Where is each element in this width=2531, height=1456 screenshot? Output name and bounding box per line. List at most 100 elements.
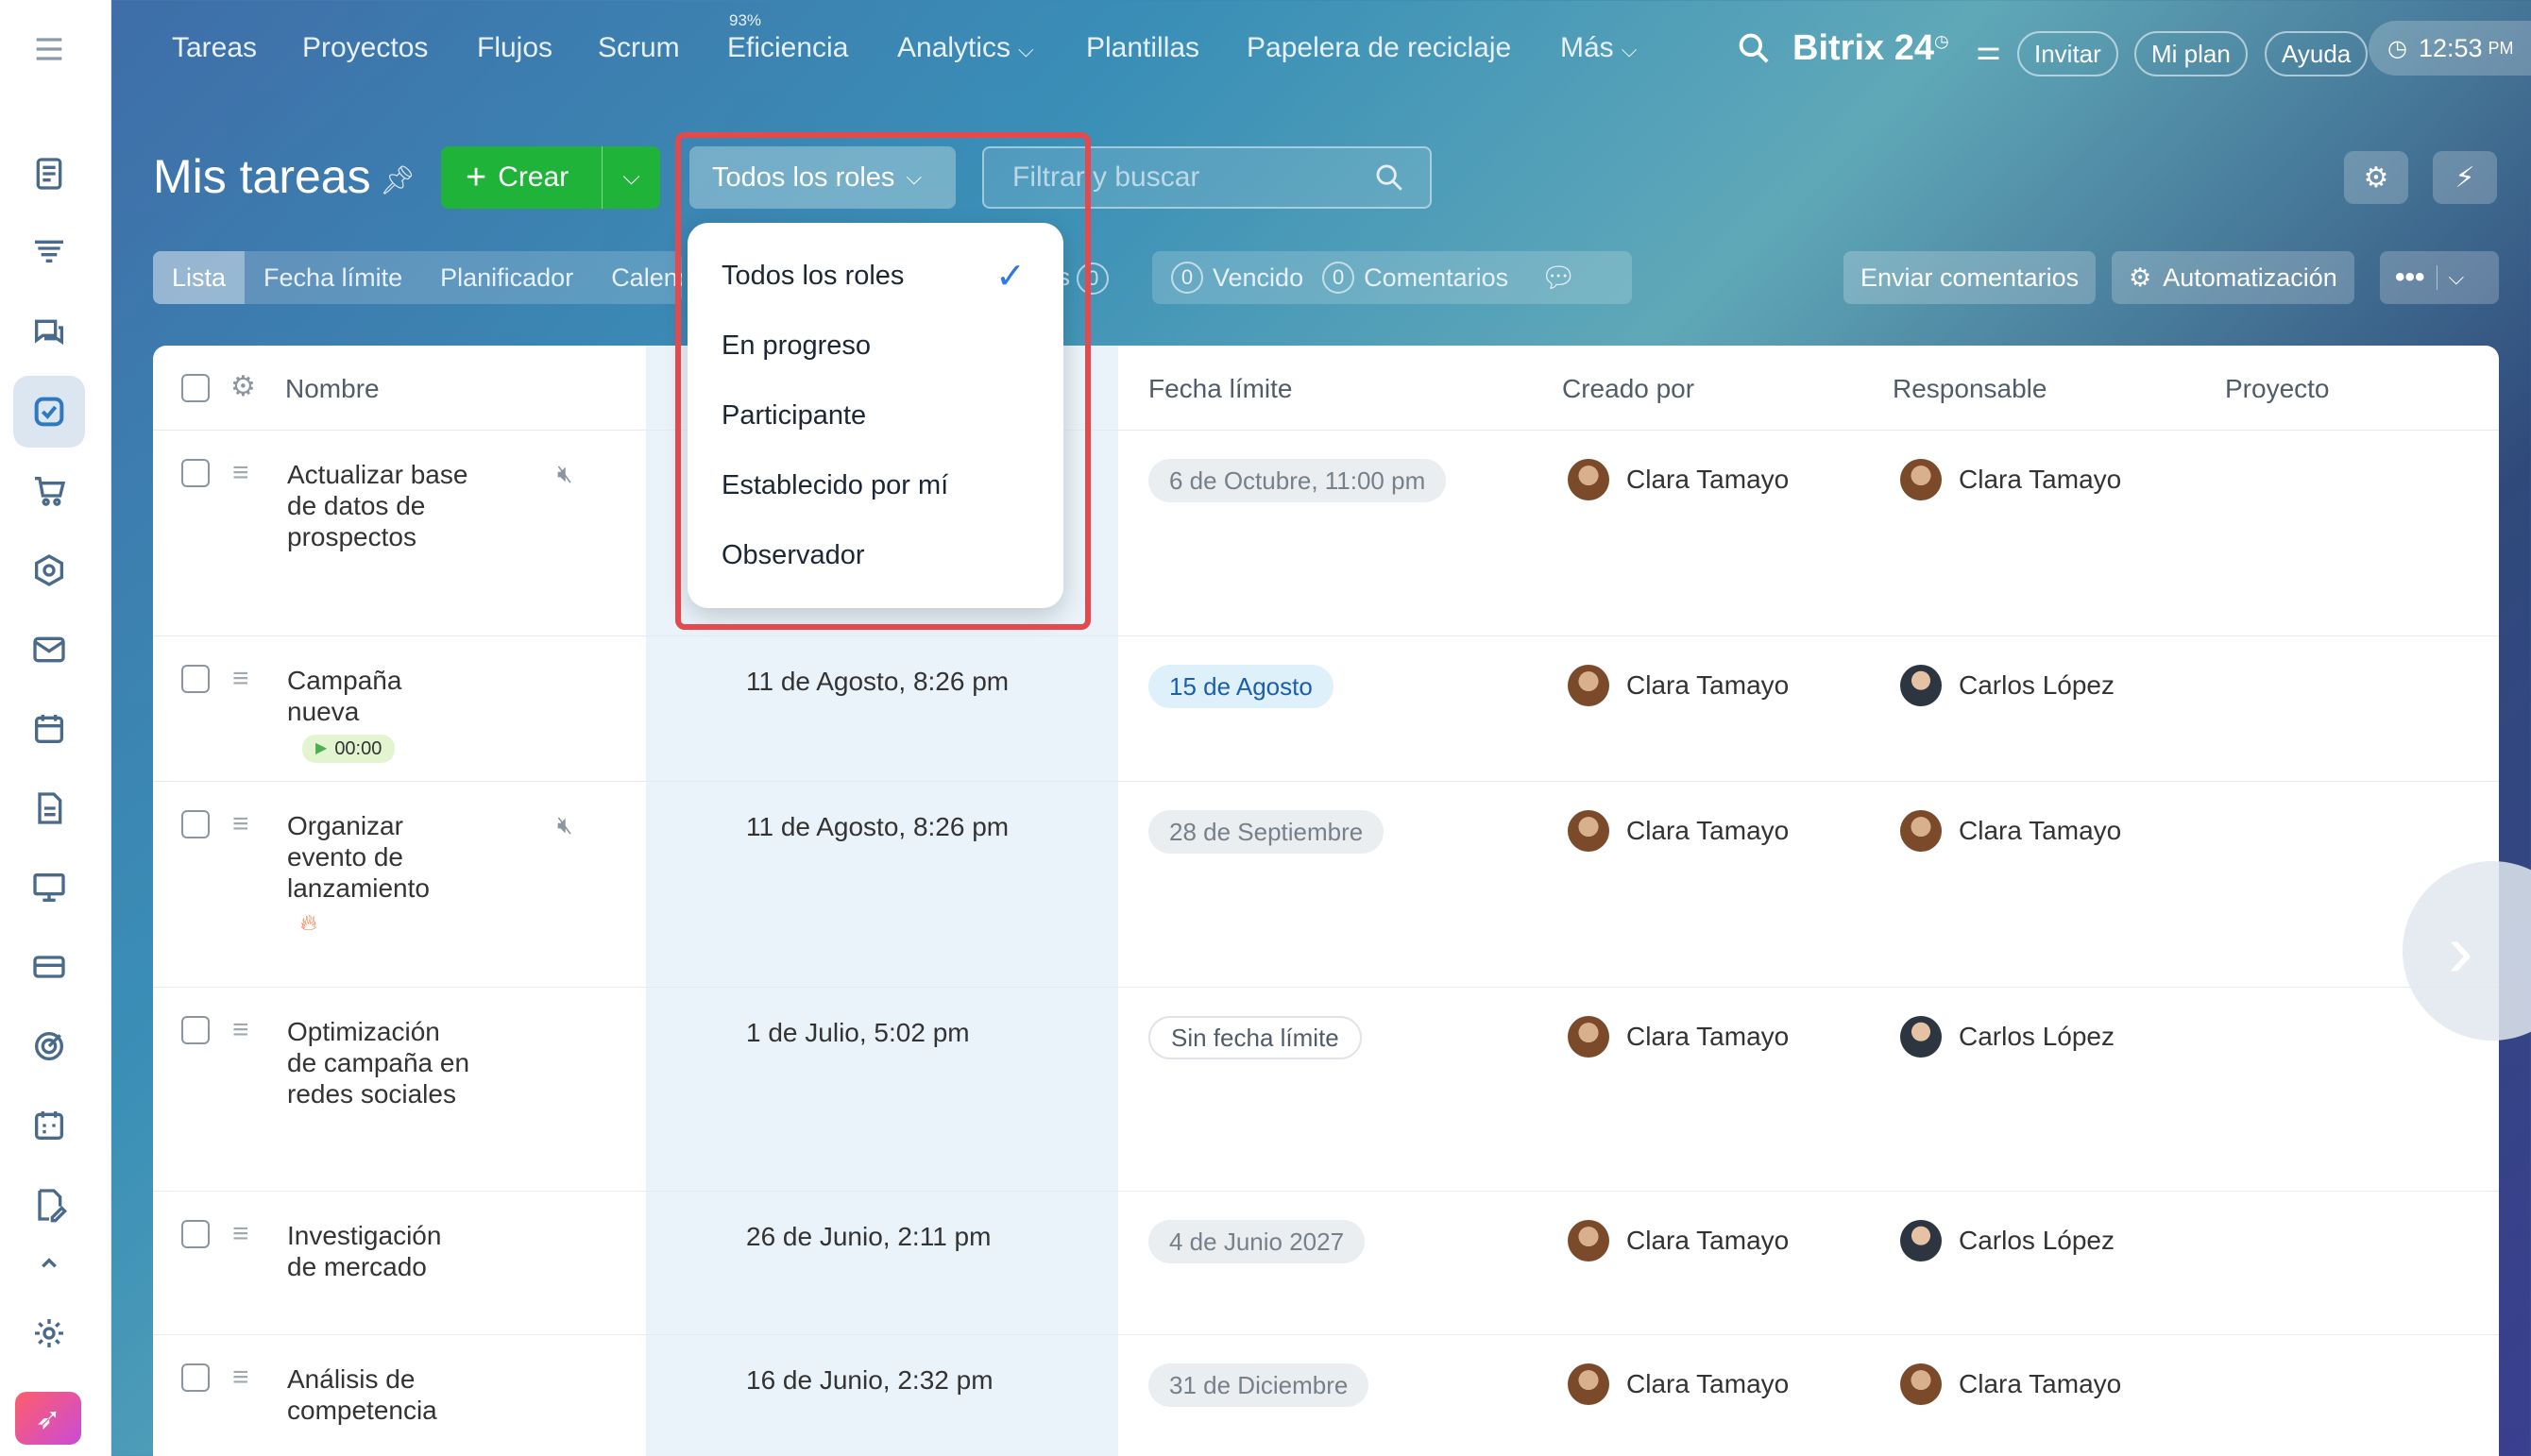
row-checkbox[interactable] bbox=[181, 810, 210, 838]
responsible[interactable]: Carlos López bbox=[1900, 1220, 2115, 1261]
deadline-badge[interactable]: 31 de Diciembre bbox=[1148, 1363, 1369, 1407]
responsible[interactable]: Clara Tamayo bbox=[1900, 459, 2121, 500]
creator[interactable]: Clara Tamayo bbox=[1568, 665, 1789, 706]
lightning-button[interactable]: ⚡︎ bbox=[2433, 151, 2497, 204]
table-row[interactable]: ≡ Optimización de campaña en redes socia… bbox=[153, 988, 2499, 1192]
nav-flujos[interactable]: Flujos bbox=[477, 32, 552, 64]
muted-icon[interactable]: 🔇︎ bbox=[557, 810, 572, 840]
creator[interactable]: Clara Tamayo bbox=[1568, 1016, 1789, 1058]
cart-icon[interactable] bbox=[13, 455, 85, 527]
tab-lista[interactable]: Lista bbox=[153, 251, 246, 304]
tab-planificador[interactable]: Planificador bbox=[421, 251, 592, 304]
clock-widget[interactable]: ◷ 12:53 PM bbox=[2369, 21, 2531, 76]
search-icon[interactable] bbox=[1736, 30, 1772, 71]
card-icon[interactable] bbox=[13, 931, 85, 1003]
chat-check-icon[interactable]: 💬︎ bbox=[1540, 262, 1576, 295]
funnel-icon[interactable] bbox=[13, 217, 85, 289]
plan-button[interactable]: Mi plan bbox=[2134, 31, 2248, 76]
tab-fecha-limite[interactable]: Fecha límite bbox=[245, 251, 421, 304]
target-icon[interactable] bbox=[13, 1010, 85, 1082]
drag-handle-icon[interactable]: ≡ bbox=[232, 1363, 259, 1392]
table-row[interactable]: ≡ Organizar evento de lanzamiento 🔥︎ 🔇︎ … bbox=[153, 782, 2499, 988]
responsible[interactable]: Carlos López bbox=[1900, 665, 2115, 706]
creator[interactable]: Clara Tamayo bbox=[1568, 459, 1789, 500]
task-name[interactable]: Investigación de mercado bbox=[287, 1220, 476, 1282]
header-name[interactable]: Nombre bbox=[285, 374, 380, 404]
header-project[interactable]: Proyecto bbox=[2225, 374, 2330, 404]
task-name[interactable]: Organizar evento de lanzamiento 🔥︎ bbox=[287, 810, 476, 939]
comments-counter[interactable]: 0 Comentarios bbox=[1322, 262, 1508, 294]
create-button[interactable]: + Crear ⌵ bbox=[441, 146, 660, 209]
tasks-icon[interactable] bbox=[13, 376, 85, 448]
row-checkbox[interactable] bbox=[181, 1220, 210, 1248]
brand-logo[interactable]: Bitrix 24◷ bbox=[1792, 28, 1949, 69]
row-checkbox[interactable] bbox=[181, 459, 210, 487]
responsible[interactable]: Clara Tamayo bbox=[1900, 1363, 2121, 1405]
automation-button[interactable]: ⚙︎ Automatización bbox=[2112, 251, 2354, 304]
task-name[interactable]: Campaña nueva ▶ 00:00 bbox=[287, 665, 429, 763]
row-checkbox[interactable] bbox=[181, 1016, 210, 1044]
hexagon-icon[interactable] bbox=[13, 534, 85, 606]
pin-icon[interactable]: 📌︎ bbox=[380, 164, 416, 197]
schedule-icon[interactable] bbox=[13, 1090, 85, 1161]
task-name[interactable]: Análisis de competencia bbox=[287, 1363, 476, 1426]
tab-calendario[interactable]: Calendario bbox=[592, 251, 682, 304]
drag-handle-icon[interactable]: ≡ bbox=[232, 810, 259, 838]
feed-icon[interactable] bbox=[13, 138, 85, 210]
presentation-icon[interactable] bbox=[13, 852, 85, 923]
rocket-icon[interactable]: ➶ bbox=[15, 1392, 81, 1445]
search-icon[interactable] bbox=[1373, 161, 1405, 201]
table-row[interactable]: ≡ Análisis de competencia 16 de Junio, 2… bbox=[153, 1335, 2499, 1456]
mail-icon[interactable] bbox=[13, 614, 85, 686]
sliders-icon[interactable]: ⚌ bbox=[1976, 34, 2001, 67]
nav-scrum[interactable]: Scrum bbox=[598, 32, 680, 64]
more-actions-button[interactable]: ••• ⌵ bbox=[2380, 251, 2499, 304]
select-all-checkbox[interactable] bbox=[181, 374, 210, 402]
nav-proyectos[interactable]: Proyectos bbox=[302, 32, 428, 64]
drag-handle-icon[interactable]: ≡ bbox=[232, 459, 259, 487]
table-row[interactable]: ≡ Actualizar base de datos de prospectos… bbox=[153, 431, 2499, 636]
row-checkbox[interactable] bbox=[181, 665, 210, 693]
invite-button[interactable]: Invitar bbox=[2017, 31, 2118, 76]
table-row[interactable]: ≡ Investigación de mercado 26 de Junio, … bbox=[153, 1192, 2499, 1335]
deadline-badge[interactable]: 4 de Junio 2027 bbox=[1148, 1220, 1366, 1263]
timer-badge[interactable]: ▶ 00:00 bbox=[302, 735, 396, 763]
drag-handle-icon[interactable]: ≡ bbox=[232, 1220, 259, 1248]
creator[interactable]: Clara Tamayo bbox=[1568, 1363, 1789, 1405]
nav-mas[interactable]: Más ⌵ bbox=[1560, 32, 1637, 64]
settings-gear-button[interactable]: ⚙ bbox=[2344, 151, 2408, 204]
task-name[interactable]: Optimización de campaña en redes sociale… bbox=[287, 1016, 476, 1109]
creator[interactable]: Clara Tamayo bbox=[1568, 1220, 1789, 1261]
table-row[interactable]: ≡ Campaña nueva ▶ 00:00 11 de Agosto, 8:2… bbox=[153, 636, 2499, 782]
header-deadline[interactable]: Fecha límite bbox=[1148, 374, 1293, 404]
header-created-by[interactable]: Creado por bbox=[1562, 374, 1694, 404]
task-name[interactable]: Actualizar base de datos de prospectos bbox=[287, 459, 476, 552]
creator[interactable]: Clara Tamayo bbox=[1568, 810, 1789, 852]
header-responsible[interactable]: Responsable bbox=[1893, 374, 2047, 404]
menu-icon[interactable] bbox=[13, 13, 85, 85]
row-checkbox[interactable] bbox=[181, 1363, 210, 1392]
create-menu-chevron-icon[interactable]: ⌵ bbox=[602, 146, 660, 209]
document-icon[interactable] bbox=[13, 772, 85, 844]
feedback-button[interactable]: Enviar comentarios bbox=[1843, 251, 2097, 304]
nav-analytics[interactable]: Analytics ⌵ bbox=[897, 32, 1034, 64]
settings-icon[interactable] bbox=[13, 1297, 85, 1369]
help-button[interactable]: Ayuda bbox=[2265, 31, 2369, 76]
nav-tareas[interactable]: Tareas bbox=[172, 32, 257, 64]
collapse-icon[interactable] bbox=[13, 1244, 85, 1282]
deadline-badge[interactable]: 28 de Septiembre bbox=[1148, 810, 1384, 854]
chat-icon[interactable] bbox=[13, 296, 85, 368]
responsible[interactable]: Carlos López bbox=[1900, 1016, 2115, 1058]
muted-icon[interactable]: 🔇︎ bbox=[557, 459, 572, 489]
deadline-badge[interactable]: Sin fecha límite bbox=[1148, 1016, 1362, 1059]
nav-plantillas[interactable]: Plantillas bbox=[1086, 32, 1199, 64]
nav-papelera[interactable]: Papelera de reciclaje bbox=[1247, 32, 1511, 64]
calendar-icon[interactable] bbox=[13, 693, 85, 765]
drag-handle-icon[interactable]: ≡ bbox=[232, 665, 259, 693]
responsible[interactable]: Clara Tamayo bbox=[1900, 810, 2121, 852]
deadline-badge[interactable]: 15 de Agosto bbox=[1148, 665, 1333, 708]
deadline-badge[interactable]: 6 de Octubre, 11:00 pm bbox=[1148, 459, 1447, 502]
drag-handle-icon[interactable]: ≡ bbox=[232, 1016, 259, 1044]
nav-eficiencia[interactable]: Eficiencia bbox=[727, 32, 848, 64]
edit-doc-icon[interactable] bbox=[13, 1169, 85, 1241]
